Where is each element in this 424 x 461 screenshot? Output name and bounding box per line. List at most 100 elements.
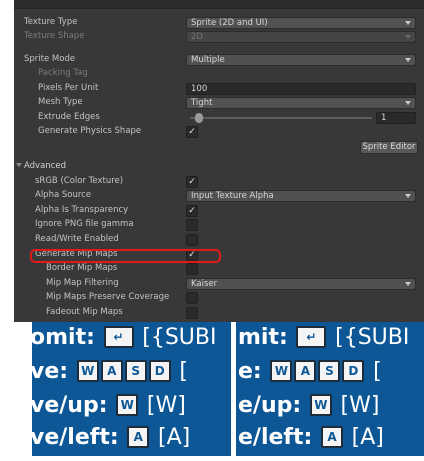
generate-physics-shape-row: Generate Physics Shape ✓ [14, 125, 424, 139]
w-key-icon: W [116, 394, 139, 416]
read-write-enabled-checkbox[interactable] [186, 234, 198, 246]
sprite-editor-button[interactable]: Sprite Editor [360, 141, 418, 154]
preview-left-line1: omit: ↵ [{SUBI [32, 326, 216, 350]
generate-physics-shape-checkbox[interactable]: ✓ [186, 126, 198, 138]
texture-shape-dropdown: 2D [186, 31, 416, 43]
a-key-icon: A [127, 426, 150, 448]
extrude-edges-slider-thumb[interactable] [194, 113, 203, 123]
d-key-icon: D [148, 360, 171, 382]
sprite-mode-row: Sprite Mode Multiple [14, 53, 424, 67]
sprite-mode-dropdown[interactable]: Multiple [186, 54, 416, 66]
preview-right-line2: e: WASD [ [238, 360, 382, 384]
read-write-enabled-label: Read/Write Enabled [35, 234, 119, 244]
advanced-foldout[interactable]: Advanced [14, 160, 424, 174]
mip-maps-preserve-coverage-label: Mip Maps Preserve Coverage [46, 292, 170, 302]
mesh-type-row: Mesh Type Tight [14, 96, 424, 110]
mip-maps-preserve-coverage-checkbox[interactable] [186, 292, 198, 304]
ignore-png-gamma-label: Ignore PNG file gamma [35, 219, 134, 229]
preview-right-panel: mit: ↵ [{SUBI e: WASD [ e/up: W [W] e/le… [236, 322, 424, 456]
read-write-enabled-row: Read/Write Enabled [14, 233, 424, 247]
preview-left-line2: ve: WASD [ [32, 360, 188, 384]
pixels-per-unit-value: 100 [191, 84, 208, 94]
line4-tail: [A] [158, 425, 191, 450]
line4-text: ve/left: [32, 425, 119, 450]
alpha-source-dropdown[interactable]: Input Texture Alpha [186, 190, 416, 202]
generate-physics-shape-label: Generate Physics Shape [38, 126, 142, 136]
sprite-mode-label: Sprite Mode [24, 54, 76, 64]
chevron-down-icon [405, 58, 411, 62]
chevron-down-icon [405, 21, 411, 25]
chevron-down-icon [405, 194, 411, 198]
enter-key-icon: ↵ [296, 326, 327, 348]
texture-shape-label: Texture Shape [24, 31, 85, 41]
line3-tail: [W] [340, 393, 380, 418]
chevron-down-icon [405, 101, 411, 105]
advanced-label: Advanced [24, 161, 66, 171]
extrude-edges-field[interactable]: 1 [376, 112, 416, 124]
mesh-type-value: Tight [191, 98, 213, 108]
mip-map-filtering-row: Mip Map Filtering Kaiser [14, 277, 424, 291]
line1-text: mit: [238, 325, 288, 350]
w-key-icon: W [76, 360, 99, 382]
border-mip-maps-label: Border Mip Maps [46, 263, 118, 273]
line3-text: ve/up: [32, 393, 108, 418]
generate-mip-maps-highlight [30, 249, 221, 263]
inspector-top-bar [14, 0, 424, 9]
sprite-mode-value: Multiple [191, 55, 225, 65]
line1-text: omit: [32, 325, 95, 350]
border-mip-maps-checkbox[interactable] [186, 263, 198, 275]
mesh-type-label: Mesh Type [38, 97, 83, 107]
alpha-is-transparency-row: Alpha Is Transparency ✓ [14, 204, 424, 218]
sprite-editor-row: Sprite Editor [14, 141, 424, 155]
mip-maps-preserve-coverage-row: Mip Maps Preserve Coverage [14, 291, 424, 305]
alpha-source-label: Alpha Source [35, 190, 92, 200]
a-key-icon: A [100, 360, 123, 382]
pixels-per-unit-field[interactable]: 100 [186, 83, 416, 95]
packing-tag-label: Packing Tag [38, 68, 88, 78]
chevron-down-icon [405, 35, 411, 39]
foldout-arrow-icon [16, 163, 22, 167]
extrude-edges-value: 1 [381, 113, 387, 123]
fadeout-mip-maps-label: Fadeout Mip Maps [46, 307, 123, 317]
ignore-png-gamma-checkbox[interactable] [186, 219, 198, 231]
line3-text: e/up: [238, 393, 302, 418]
preview-left-panel: omit: ↵ [{SUBI ve: WASD [ ve/up: W [W] v… [32, 322, 231, 456]
mip-map-filtering-value: Kaiser [191, 279, 218, 289]
line2-text: e: [238, 359, 262, 384]
extrude-edges-slider-track[interactable] [190, 117, 372, 119]
mip-map-filtering-label: Mip Map Filtering [46, 278, 119, 288]
texture-type-dropdown[interactable]: Sprite (2D and UI) [186, 17, 416, 29]
alpha-source-value: Input Texture Alpha [191, 191, 274, 201]
preview-left-line4: ve/left: A [A] [32, 426, 190, 450]
fadeout-mip-maps-checkbox[interactable] [186, 307, 198, 319]
alpha-source-row: Alpha Source Input Texture Alpha [14, 189, 424, 203]
line4-text: e/left: [238, 425, 313, 450]
srgb-row: sRGB (Color Texture) ✓ [14, 175, 424, 189]
fadeout-mip-maps-row: Fadeout Mip Maps [14, 306, 424, 320]
preview-left-line3: ve/up: W [W] [32, 394, 186, 418]
a-key-icon: A [294, 360, 317, 382]
line2-tail: [ [179, 359, 188, 384]
d-key-icon: D [342, 360, 365, 382]
line1-tail: [{SUBI [335, 325, 410, 350]
w-key-icon: W [309, 394, 332, 416]
pixels-per-unit-row: Pixels Per Unit 100 [14, 82, 424, 96]
srgb-label: sRGB (Color Texture) [35, 176, 124, 186]
line1-tail: [{SUBI [142, 325, 217, 350]
s-key-icon: S [124, 360, 147, 382]
srgb-checkbox[interactable]: ✓ [186, 176, 198, 188]
mip-map-filtering-dropdown[interactable]: Kaiser [186, 278, 416, 290]
enter-key-icon: ↵ [103, 326, 134, 348]
s-key-icon: S [318, 360, 341, 382]
ignore-png-gamma-row: Ignore PNG file gamma [14, 218, 424, 232]
alpha-is-transparency-checkbox[interactable]: ✓ [186, 205, 198, 217]
texture-type-value: Sprite (2D and UI) [191, 18, 268, 28]
pixels-per-unit-label: Pixels Per Unit [38, 83, 99, 93]
texture-shape-value: 2D [191, 32, 203, 42]
a-key-icon: A [320, 426, 343, 448]
preview-right-line3: e/up: W [W] [238, 394, 379, 418]
chevron-down-icon [405, 282, 411, 286]
line2-tail: [ [373, 359, 382, 384]
mesh-type-dropdown[interactable]: Tight [186, 97, 416, 109]
texture-import-inspector: Texture Type Sprite (2D and UI) Texture … [14, 0, 424, 322]
